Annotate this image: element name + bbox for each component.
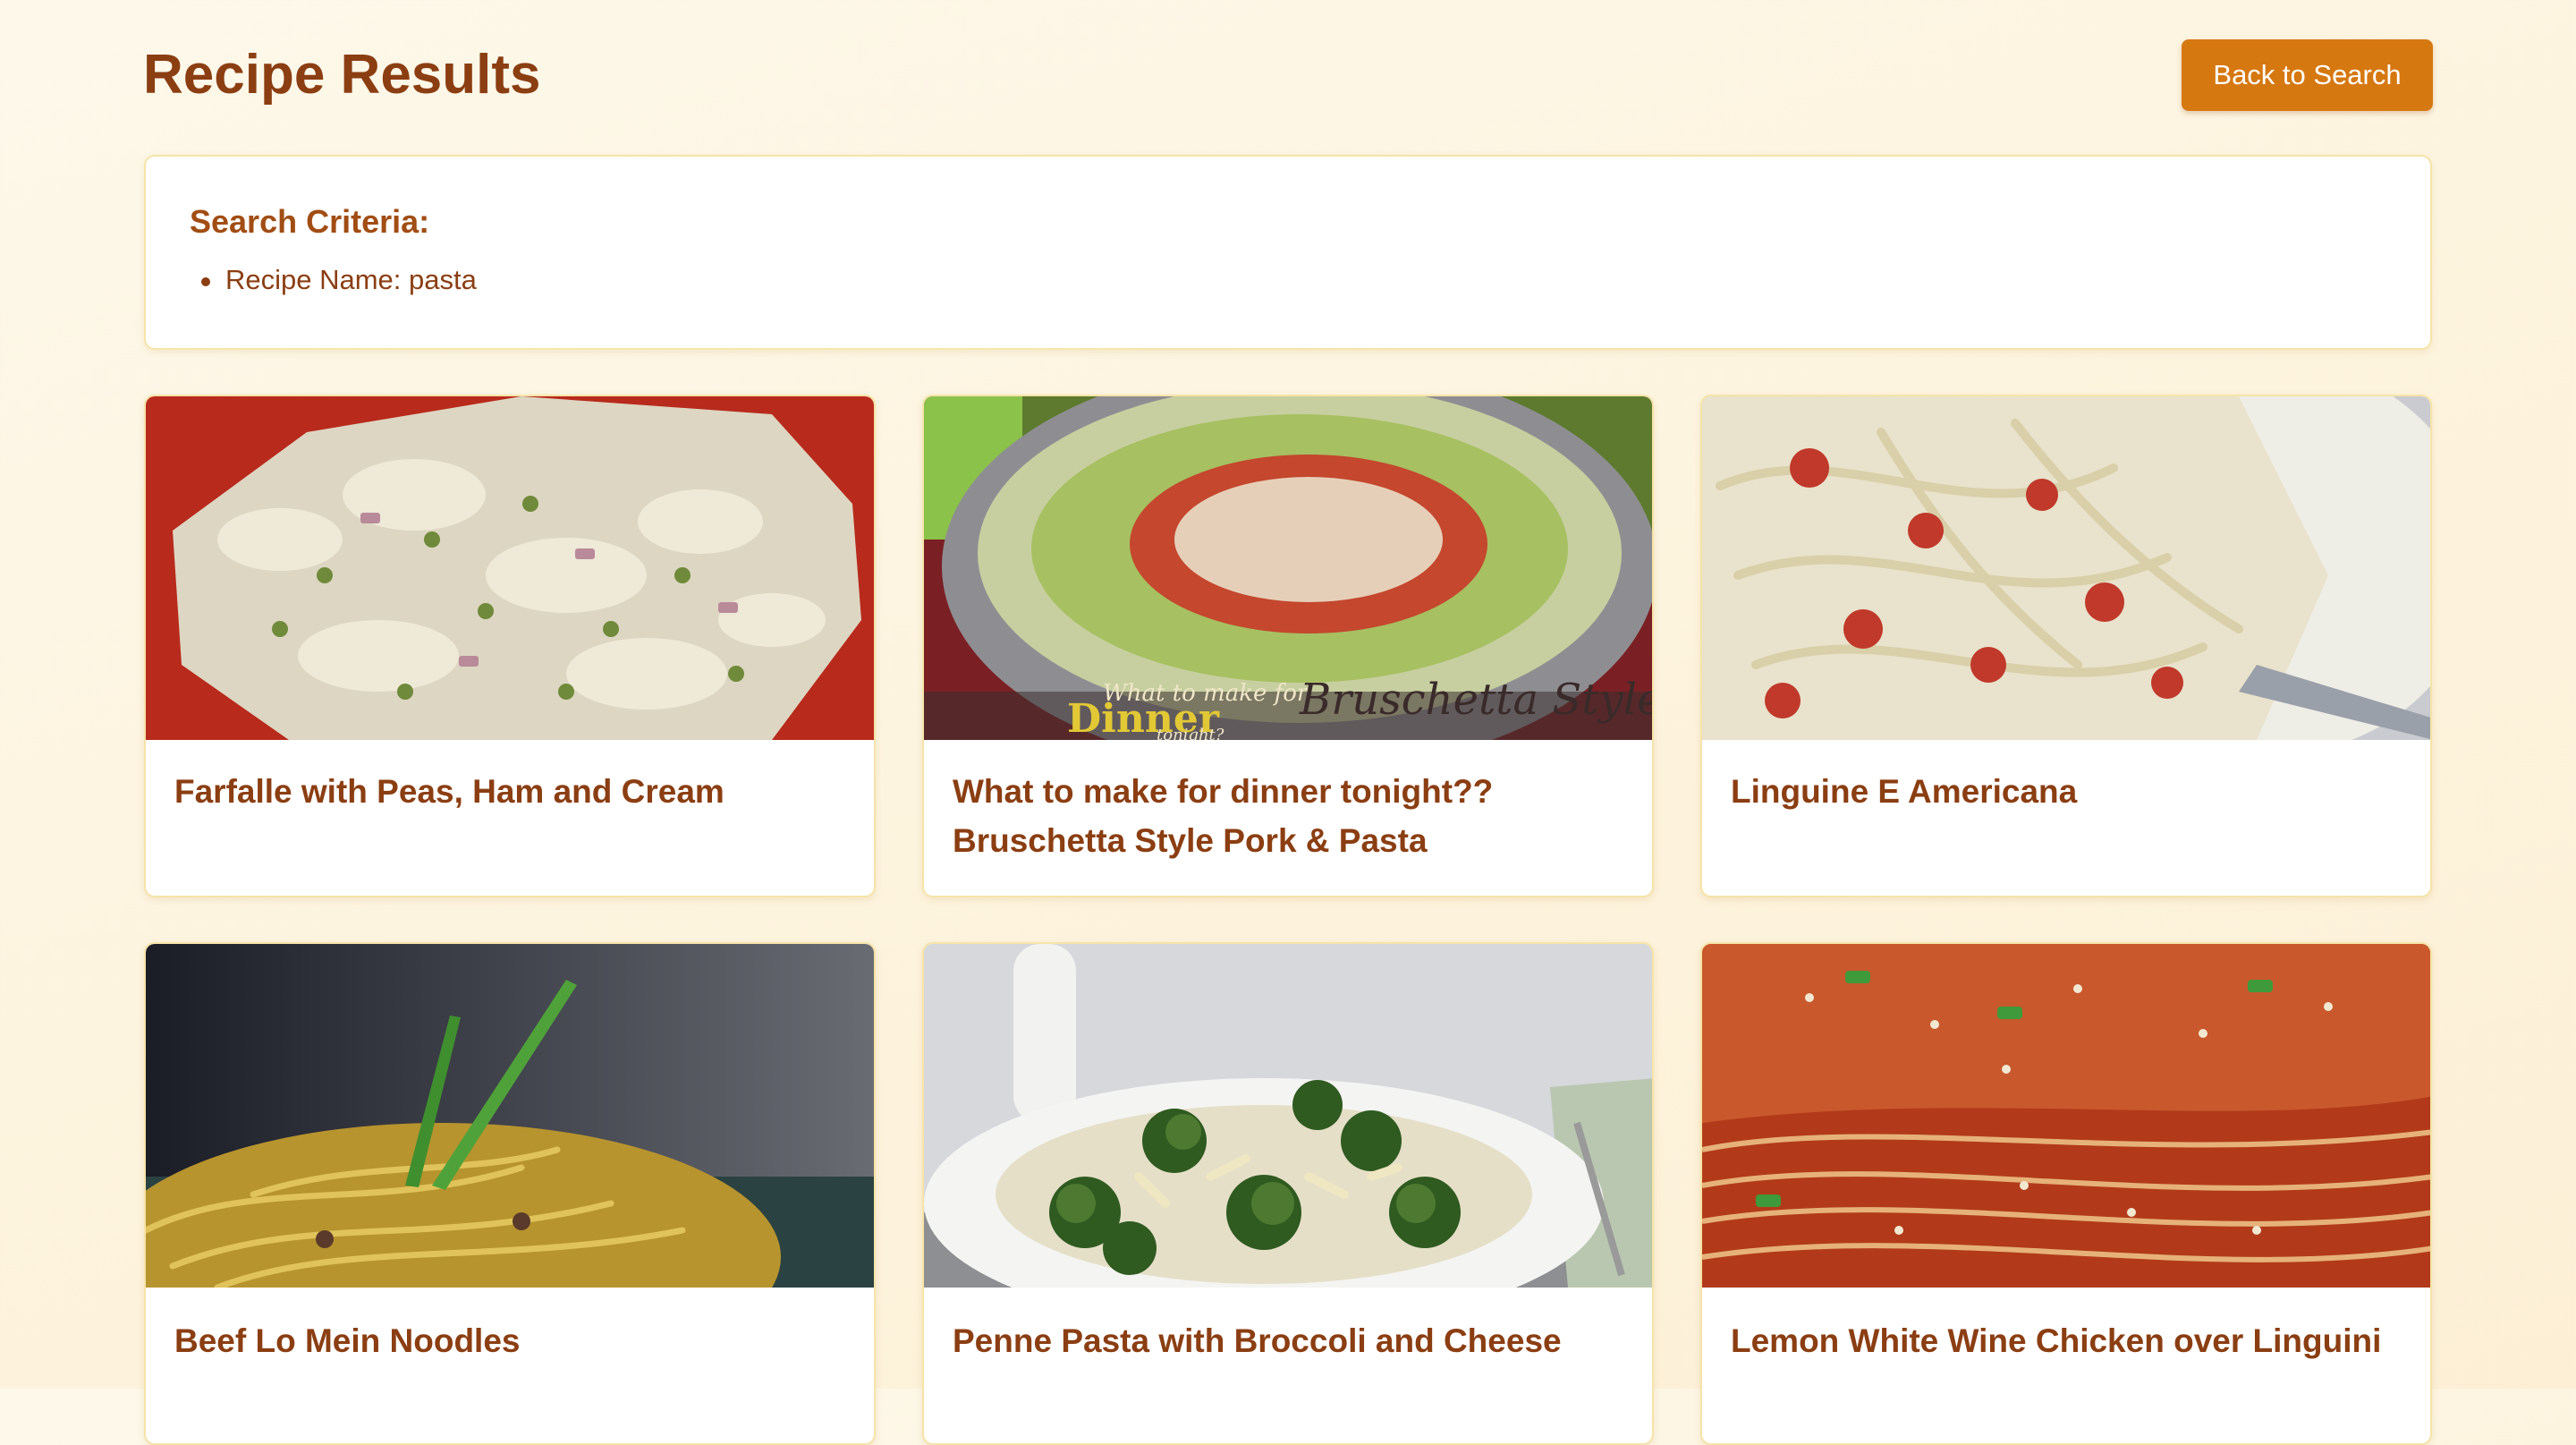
recipe-card-beef-lo-mein[interactable]: Beef Lo Mein Noodles: [144, 942, 876, 1445]
page-title: Recipe Results: [143, 44, 541, 106]
recipe-card-bruschetta-pork-pasta[interactable]: What to make for Dinner tonight? Brusche…: [922, 395, 1654, 897]
recipe-image-lo-mein: [146, 944, 874, 1288]
recipe-card-linguine-americana[interactable]: Linguine E Americana: [1700, 395, 2432, 897]
recipe-image-linguine: [1702, 396, 2430, 740]
recipe-title[interactable]: Penne Pasta with Broccoli and Cheese: [953, 1316, 1623, 1365]
recipe-image-bruschetta: What to make for Dinner tonight? Brusche…: [924, 396, 1652, 740]
recipe-card-penne-broccoli[interactable]: Penne Pasta with Broccoli and Cheese: [922, 942, 1654, 1445]
recipe-results-page: Recipe Results Back to Search Search Cri…: [0, 0, 2576, 1445]
search-criteria-list: Recipe Name: pasta: [146, 264, 477, 296]
search-criteria-panel: Search Criteria: Recipe Name: pasta: [144, 155, 2432, 350]
recipe-title[interactable]: Linguine E Americana: [1731, 767, 2402, 816]
recipe-card-lemon-chicken-linguini[interactable]: Lemon White Wine Chicken over Linguini: [1700, 942, 2432, 1445]
recipe-title[interactable]: What to make for dinner tonight?? Brusch…: [953, 767, 1623, 865]
overlay-text-bruschetta: Bruschetta Style: [1299, 675, 1652, 725]
overlay-text-tonight: tonight?: [1157, 726, 1224, 740]
back-to-search-button[interactable]: Back to Search: [2182, 39, 2433, 111]
recipe-card-farfalle[interactable]: Farfalle with Peas, Ham and Cream: [144, 395, 876, 897]
recipe-title[interactable]: Lemon White Wine Chicken over Linguini: [1731, 1316, 2402, 1365]
recipe-image-farfalle: [146, 396, 874, 740]
recipe-image-lemon-chicken: [1702, 944, 2430, 1288]
recipe-title[interactable]: Farfalle with Peas, Ham and Cream: [174, 767, 845, 816]
recipe-title[interactable]: Beef Lo Mein Noodles: [174, 1316, 845, 1365]
search-criteria-title: Search Criteria:: [190, 203, 430, 240]
recipe-image-penne: [924, 944, 1652, 1288]
criteria-item-recipe-name: Recipe Name: pasta: [146, 264, 477, 296]
